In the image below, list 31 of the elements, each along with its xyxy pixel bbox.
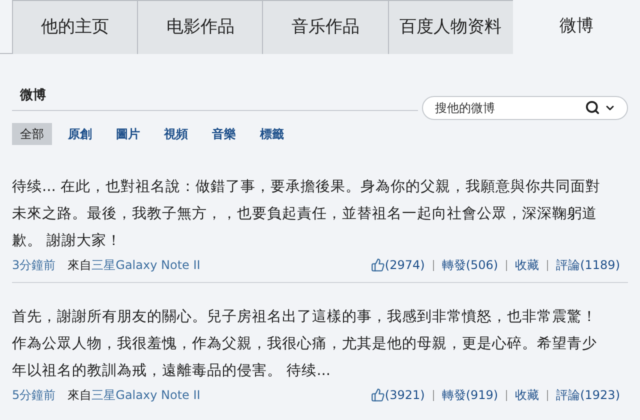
like-count[interactable]: (2974)	[384, 256, 425, 274]
repost-link[interactable]: 轉發(506)	[442, 256, 498, 274]
like-icon[interactable]	[370, 258, 385, 272]
filter-tab[interactable]: 音樂	[204, 123, 244, 145]
source-label: 來自	[68, 387, 92, 404]
filter-tab[interactable]: 視頻	[156, 123, 196, 145]
source-link[interactable]: 三星Galaxy Note II	[92, 386, 200, 404]
comment-link[interactable]: 評論(1923)	[556, 386, 620, 404]
tab[interactable]: 他的主页	[12, 0, 138, 54]
search-icon[interactable]	[585, 100, 600, 115]
source-link[interactable]: 三星Galaxy Note II	[92, 256, 200, 274]
source-label: 來自	[68, 257, 92, 274]
filter-tab[interactable]: 全部	[12, 123, 52, 145]
post-time[interactable]: 3分鐘前	[12, 256, 56, 274]
post-text: 首先，謝謝所有朋友的關心。兒子房祖名出了這樣的事，我感到非常憤怒，也非常震驚！作為公眾人物，我很羞愧，作為父親，我很心痛，尤其是他的母親，更是心碎。希望青少年以祖名的教訓為戒，遠離毒品的侵害。 待续...	[12, 307, 598, 381]
favorite-link[interactable]: 收藏	[515, 256, 540, 274]
tab[interactable]: 百度人物资料	[388, 0, 513, 54]
filter-tab[interactable]: 圖片	[108, 123, 148, 145]
tab[interactable]: 音乐作品	[262, 0, 388, 54]
tab[interactable]: 电影作品	[137, 0, 262, 54]
post-text: 待续... 在此，也對祖名說：做錯了事，要承擔後果。身為你的父親，我願意與你共同面對未來之路。最後，我教子無方，，也要負起責任，並替祖名一起向社會公眾，深深鞠躬道歉。 謝謝大家！	[12, 177, 602, 251]
search-field[interactable]: 搜他的微博	[422, 96, 628, 120]
favorite-link[interactable]: 收藏	[515, 386, 540, 404]
section-title: 微博	[18, 88, 46, 103]
like-icon[interactable]	[370, 388, 385, 402]
filter-tab[interactable]: 標籤	[252, 123, 292, 145]
post-time[interactable]: 5分鐘前	[12, 386, 56, 404]
filter-tab[interactable]: 原創	[60, 123, 100, 145]
comment-link[interactable]: 評論(1189)	[556, 256, 620, 274]
repost-link[interactable]: 轉發(919)	[442, 386, 498, 404]
like-count[interactable]: (3921)	[384, 386, 425, 404]
